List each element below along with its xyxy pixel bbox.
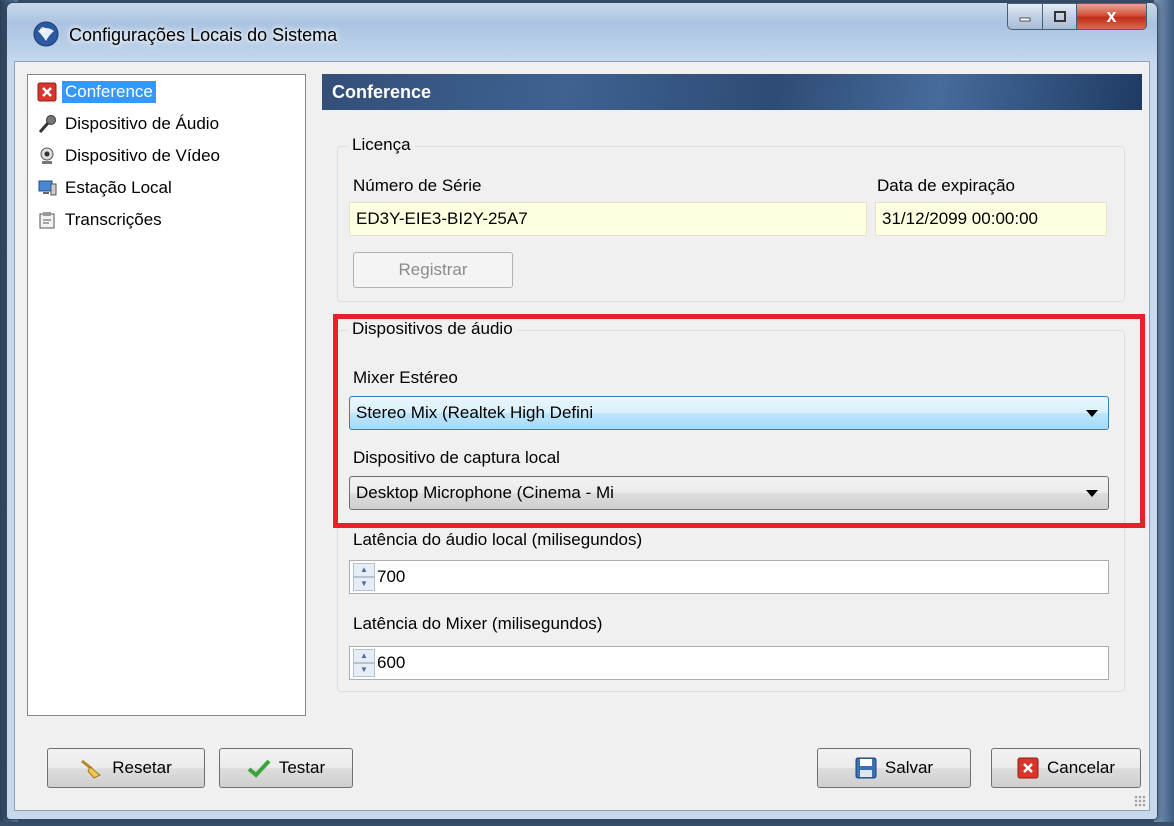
tree-item-conference[interactable]: Conference: [36, 77, 157, 107]
expiry-date-label: Data de expiração: [877, 176, 1015, 195]
stereo-mixer-select[interactable]: Stereo Mix (Realtek High Defini: [349, 396, 1109, 430]
app-globe-icon: [33, 21, 59, 47]
chevron-down-icon: [1086, 410, 1098, 417]
resize-grip[interactable]: [1134, 795, 1146, 807]
webcam-icon: [36, 145, 58, 167]
minimize-button[interactable]: [1007, 3, 1043, 30]
spin-up-icon[interactable]: ▲: [353, 649, 375, 663]
local-latency-label: Latência do áudio local (milisegundos): [353, 530, 643, 549]
serial-number-label: Número de Série: [353, 176, 482, 195]
capture-device-label: Dispositivo de captura local: [353, 448, 560, 467]
stereo-mixer-label: Mixer Estéreo: [353, 368, 458, 387]
minimize-icon: [1019, 17, 1031, 21]
tree-item-label: Transcrições: [65, 210, 162, 229]
chevron-down-icon: [1086, 490, 1098, 497]
close-icon: x: [1106, 6, 1117, 26]
capture-device-value: Desktop Microphone (Cinema - Mi: [356, 483, 614, 502]
mixer-latency-value: 600: [377, 653, 406, 672]
tree-item-label: Dispositivo de Vídeo: [65, 146, 220, 165]
checkmark-icon: [247, 758, 271, 778]
tree-item-transcriptions[interactable]: Transcrições: [36, 205, 165, 235]
license-legend: Licença: [348, 135, 415, 155]
panel-title: Conference: [322, 74, 1142, 110]
transcription-icon: [36, 209, 58, 231]
maximize-button[interactable]: [1043, 3, 1077, 30]
test-label: Testar: [278, 758, 326, 777]
settings-window: Configurações Locais do Sistema x Confer…: [6, 2, 1158, 820]
tree-item-audio-device[interactable]: Dispositivo de Áudio: [36, 109, 222, 139]
window-title: Configurações Locais do Sistema: [69, 25, 338, 45]
close-x-icon: [36, 81, 58, 103]
microphone-icon: [36, 113, 58, 135]
save-label: Salvar: [884, 758, 934, 777]
tree-item-label: Estação Local: [65, 178, 172, 197]
reset-label: Resetar: [112, 758, 172, 777]
tree-item-label: Conference: [61, 80, 157, 104]
maximize-icon: [1053, 10, 1066, 22]
cancel-x-icon: [1017, 757, 1039, 779]
register-button[interactable]: Registrar: [353, 252, 513, 288]
local-latency-value: 700: [377, 567, 406, 586]
stereo-mixer-value: Stereo Mix (Realtek High Defini: [356, 403, 594, 422]
tree-item-local-station[interactable]: Estação Local: [36, 173, 175, 203]
floppy-disk-icon: [855, 757, 877, 779]
expiry-date-field[interactable]: 31/12/2099 00:00:00: [875, 202, 1107, 236]
spin-down-icon[interactable]: ▼: [353, 663, 375, 677]
cancel-label: Cancelar: [1046, 758, 1116, 777]
client-area: Conference Dispositivo de Áudio Disposit…: [14, 61, 1150, 811]
reset-button[interactable]: Resetar: [47, 748, 205, 788]
mixer-latency-spinner[interactable]: ▲ ▼: [353, 649, 375, 677]
settings-tree[interactable]: Conference Dispositivo de Áudio Disposit…: [27, 74, 306, 716]
tree-item-video-device[interactable]: Dispositivo de Vídeo: [36, 141, 223, 171]
capture-device-select[interactable]: Desktop Microphone (Cinema - Mi: [349, 476, 1109, 510]
title-bar[interactable]: Configurações Locais do Sistema x: [7, 3, 1157, 61]
mixer-latency-input[interactable]: ▲ ▼ 600: [349, 646, 1109, 680]
test-button[interactable]: Testar: [219, 748, 353, 788]
caption-buttons: x: [1007, 3, 1147, 31]
save-button[interactable]: Salvar: [817, 748, 971, 788]
tree-item-label: Dispositivo de Áudio: [65, 114, 220, 133]
desktop-bottom-edge: [0, 822, 1174, 826]
close-button[interactable]: x: [1077, 3, 1147, 30]
serial-number-field[interactable]: ED3Y-EIE3-BI2Y-25A7: [349, 202, 867, 236]
spin-up-icon[interactable]: ▲: [353, 563, 375, 577]
local-latency-input[interactable]: ▲ ▼ 700: [349, 560, 1109, 594]
audio-devices-legend: Dispositivos de áudio: [348, 319, 517, 339]
mixer-latency-label: Latência do Mixer (milisegundos): [353, 614, 603, 633]
local-latency-spinner[interactable]: ▲ ▼: [353, 563, 375, 591]
broom-icon: [80, 757, 104, 779]
computer-icon: [36, 177, 58, 199]
cancel-button[interactable]: Cancelar: [991, 748, 1141, 788]
spin-down-icon[interactable]: ▼: [353, 577, 375, 591]
